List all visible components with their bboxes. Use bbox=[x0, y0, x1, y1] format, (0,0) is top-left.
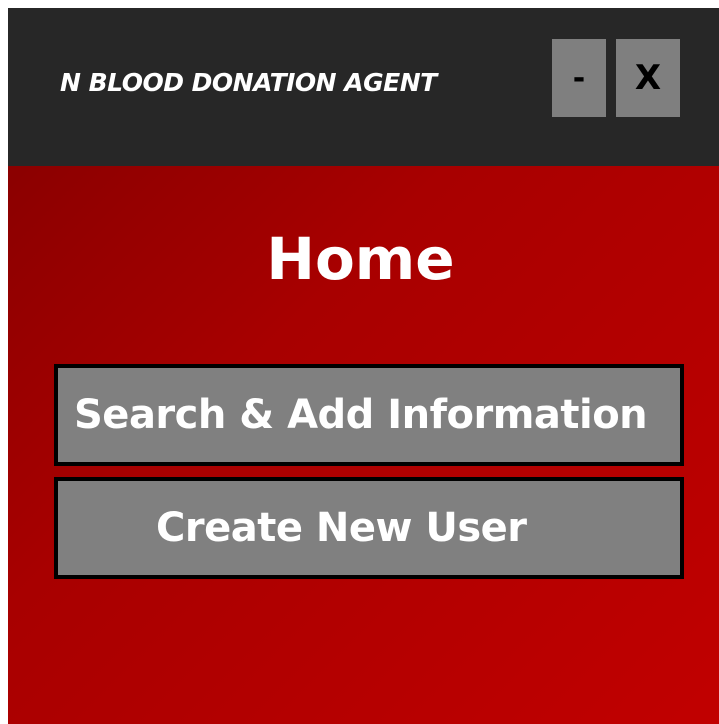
home-panel: Home Search & Add Information Create New… bbox=[8, 166, 719, 724]
title-bar: N BLOOD DONATION AGENT - X bbox=[8, 8, 719, 166]
app-window: N BLOOD DONATION AGENT - X Home Search &… bbox=[8, 8, 719, 724]
close-button[interactable]: X bbox=[616, 39, 680, 117]
create-new-user-button[interactable]: Create New User bbox=[54, 477, 684, 579]
page-title: Home bbox=[266, 225, 455, 293]
app-title: N BLOOD DONATION AGENT bbox=[60, 68, 437, 97]
minimize-button[interactable]: - bbox=[552, 39, 606, 117]
search-add-information-button[interactable]: Search & Add Information bbox=[54, 364, 684, 466]
